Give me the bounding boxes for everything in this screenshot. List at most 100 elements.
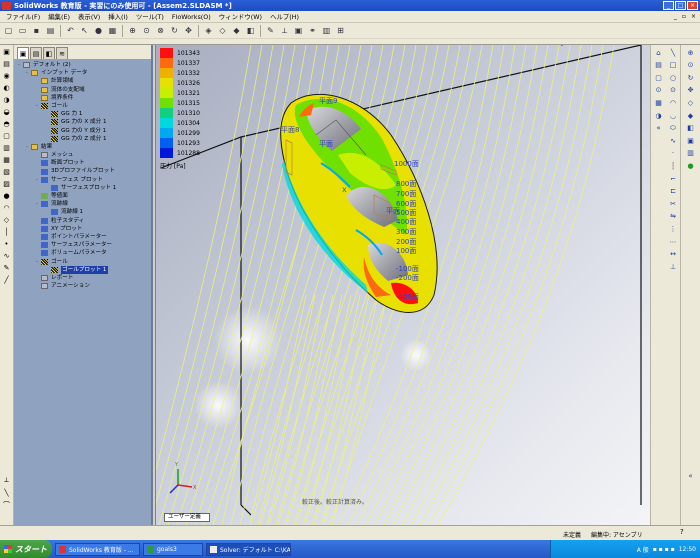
configuration-tab[interactable]: ユーザー定義: [164, 513, 210, 522]
feature-icon[interactable]: ▣: [1, 46, 12, 57]
rotate-icon[interactable]: ↻: [168, 24, 181, 37]
options-icon[interactable]: ▦: [106, 24, 119, 37]
zoom-icon[interactable]: ⊕: [686, 48, 696, 58]
menu-floworks[interactable]: FloWorks(O): [168, 13, 215, 21]
tree-node[interactable]: - 流跡線: [16, 200, 151, 208]
construction-icon[interactable]: ⋯: [668, 237, 678, 247]
tangent-arc-icon[interactable]: ◡: [668, 111, 678, 121]
tree-node[interactable]: GG 力の Y 成分 1: [16, 127, 151, 135]
line-icon[interactable]: ╲: [668, 48, 678, 58]
tree-node[interactable]: - ゴール: [16, 102, 151, 110]
dimension-icon[interactable]: ↔: [668, 249, 678, 259]
perspective-icon[interactable]: ▣: [686, 136, 696, 146]
resources-icon[interactable]: ⌂: [654, 48, 664, 58]
offset-icon[interactable]: ⊏: [668, 186, 678, 196]
section-view-icon[interactable]: ◧: [244, 24, 257, 37]
sketch-icon[interactable]: ✎: [264, 24, 277, 37]
menu-tools[interactable]: ツール(T): [132, 12, 168, 21]
chamfer-icon[interactable]: ◓: [1, 118, 12, 129]
tree-node[interactable]: サーフェスプロット 1: [16, 184, 151, 192]
appearances-icon[interactable]: ◑: [654, 111, 664, 121]
sweep-icon[interactable]: ◐: [1, 82, 12, 93]
ellipse-icon[interactable]: ⬭: [668, 123, 678, 133]
curve-icon[interactable]: ∿: [1, 250, 12, 261]
smart-dimension-icon[interactable]: ⟂: [278, 24, 291, 37]
tree-node[interactable]: 断面プロット: [16, 159, 151, 167]
circle-icon[interactable]: ○: [668, 73, 678, 83]
tree-node[interactable]: 流体の支配域: [16, 86, 151, 94]
close-button[interactable]: ×: [687, 1, 698, 10]
tree-node[interactable]: ボリュームパラメータ: [16, 249, 151, 257]
file-explorer-icon[interactable]: ▢: [654, 73, 664, 83]
tree-node[interactable]: - インプット データ: [16, 69, 151, 77]
fillet-icon[interactable]: ◒: [1, 106, 12, 117]
zoom-in-icon[interactable]: ⊗: [154, 24, 167, 37]
taskbar-item-goals[interactable]: goals3: [143, 542, 203, 556]
tree-node[interactable]: GG 力の Z 成分 1: [16, 135, 151, 143]
rectangle-icon[interactable]: □: [668, 60, 678, 70]
tree-node[interactable]: アニメーション: [16, 282, 151, 290]
arc-tool-icon[interactable]: ⌒: [1, 499, 12, 510]
tree-node[interactable]: - デフォルト (2): [16, 61, 151, 69]
line-tool-icon[interactable]: ╲: [1, 487, 12, 498]
dome-icon[interactable]: ◠: [1, 202, 12, 213]
taskbar-item-solver[interactable]: Solver: デフォルト C:\KA...: [206, 542, 291, 556]
pattern-icon[interactable]: ▧: [1, 166, 12, 177]
tree-node[interactable]: GG 力 1: [16, 110, 151, 118]
pan-icon[interactable]: ✥: [686, 85, 696, 95]
sketch-tool-icon[interactable]: ✎: [1, 262, 12, 273]
spline-icon[interactable]: ∿: [668, 136, 678, 146]
shaded-icon[interactable]: ◆: [230, 24, 243, 37]
cube-icon[interactable]: ▣: [292, 24, 305, 37]
tree-node[interactable]: - 結果: [16, 143, 151, 151]
measure-icon[interactable]: ⊞: [334, 24, 347, 37]
component-icon[interactable]: ▥: [320, 24, 333, 37]
tree-node[interactable]: GG 力の X 成分 1: [16, 118, 151, 126]
print-icon[interactable]: ▤: [44, 24, 57, 37]
tab-property-manager[interactable]: ▤: [30, 47, 42, 59]
loft-icon[interactable]: ◑: [1, 94, 12, 105]
hole-icon[interactable]: ●: [1, 190, 12, 201]
zoom-area-icon[interactable]: ⊙: [140, 24, 153, 37]
zoom-fit-icon[interactable]: ⊕: [126, 24, 139, 37]
menu-view[interactable]: 表示(V): [74, 12, 104, 21]
menu-window[interactable]: ウィンドウ(W): [215, 12, 266, 21]
tree-node[interactable]: サーフェスパラメーター: [16, 241, 151, 249]
mdi-minimize-icon[interactable]: _: [674, 13, 677, 20]
save-icon[interactable]: ▪: [30, 24, 43, 37]
expand-panel-icon[interactable]: «: [654, 123, 664, 133]
tree-node[interactable]: XY プロット: [16, 225, 151, 233]
tree-node[interactable]: 等値面: [16, 192, 151, 200]
draft-icon[interactable]: ▦: [1, 154, 12, 165]
tab-floworks-analysis[interactable]: ≋: [56, 47, 68, 59]
tree-node[interactable]: 粒子スタディ: [16, 217, 151, 225]
tree-node[interactable]: ゴールプロット 1: [16, 265, 151, 274]
mdi-restore-icon[interactable]: ▫: [682, 13, 686, 20]
rotate-icon[interactable]: ↻: [686, 73, 696, 83]
arc-icon[interactable]: ◠: [668, 98, 678, 108]
expand-icon[interactable]: «: [686, 471, 696, 481]
menu-insert[interactable]: 挿入(I): [104, 12, 132, 21]
design-library-icon[interactable]: ▤: [654, 60, 664, 70]
maximize-button[interactable]: □: [675, 1, 686, 10]
hidden-lines-icon[interactable]: ▥: [686, 148, 696, 158]
extrude-icon[interactable]: ▤: [1, 58, 12, 69]
mdi-close-icon[interactable]: ×: [691, 13, 696, 20]
revolve-icon[interactable]: ◉: [1, 70, 12, 81]
tree-node[interactable]: ポイントパラメーター: [16, 233, 151, 241]
point-icon[interactable]: ·: [668, 148, 678, 158]
mirror-icon[interactable]: ⇋: [668, 211, 678, 221]
tree-node[interactable]: 流跡線 1: [16, 208, 151, 216]
undo-icon[interactable]: ↶: [64, 24, 77, 37]
view-palette-icon[interactable]: ▦: [654, 98, 664, 108]
menu-help[interactable]: ヘルプ(H): [266, 12, 303, 21]
shaded-icon[interactable]: ◆: [686, 111, 696, 121]
mate-icon[interactable]: ⚭: [306, 24, 319, 37]
circle-center-icon[interactable]: ⊙: [668, 85, 678, 95]
open-icon[interactable]: ▭: [16, 24, 29, 37]
menu-edit[interactable]: 編集(E): [44, 12, 74, 21]
search-icon[interactable]: ⊙: [654, 85, 664, 95]
wireframe-icon[interactable]: ◇: [686, 98, 696, 108]
rib-icon[interactable]: ▥: [1, 142, 12, 153]
menu-file[interactable]: ファイル(F): [2, 12, 44, 21]
